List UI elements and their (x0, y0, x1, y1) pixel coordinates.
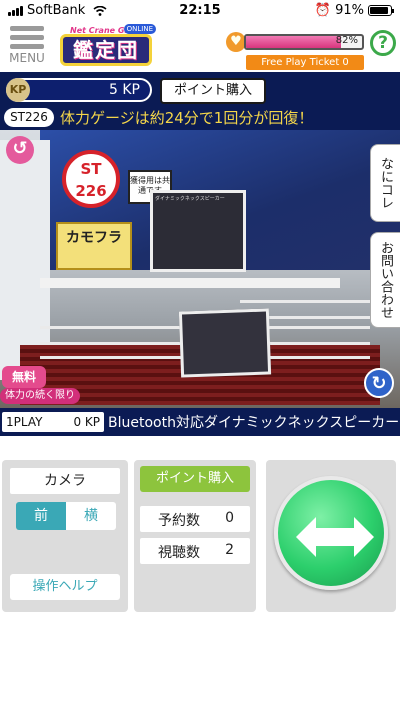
camera-side-button[interactable]: 横 (66, 502, 116, 530)
control-area: カメラ 前 横 操作ヘルプ ポイント購入 予約数 0 視聴数 2 (0, 454, 400, 614)
buy-points-button[interactable]: ポイント購入 (160, 78, 266, 104)
camera-switch: 前 横 (16, 502, 116, 530)
message-bar: ST226 体力ゲージは約24分で1回分が回復！ (0, 106, 400, 130)
play-label: 1PLAY (6, 415, 43, 429)
kp-value: 5 KP (109, 82, 140, 98)
heart-icon: ♥ (226, 32, 246, 52)
free-play-badge: 無料 体力の続く限り (0, 366, 80, 406)
station-sign: ST 226 (62, 150, 120, 208)
alarm-icon: ⏰ (314, 3, 332, 18)
viewer-count: 視聴数 2 (140, 538, 250, 564)
stamina-percent: 82% (335, 35, 358, 46)
camouflage-sign: カモフラ (56, 222, 132, 270)
whats-this-tab[interactable]: なにコレ (370, 144, 400, 222)
status-bar: SoftBank 22:15 ⏰ 91% (0, 0, 400, 22)
camera-panel: カメラ 前 横 操作ヘルプ (2, 460, 128, 612)
camera-title: カメラ (10, 468, 120, 494)
battery-percent: 91% (335, 3, 364, 18)
menu-label: MENU (9, 51, 45, 65)
reservation-count: 予約数 0 (140, 506, 250, 532)
hamburger-icon (8, 26, 46, 49)
free-sublabel: 体力の続く限り (0, 388, 80, 404)
reservation-label: 予約数 (158, 513, 200, 529)
logo-title: 鑑定団 (60, 34, 152, 66)
help-icon[interactable]: ? (370, 30, 396, 56)
item-name: Bluetooth対応ダイナミックネックスピーカー (108, 415, 400, 431)
prize-box-upper: ダイナミックネックスピーカー (150, 190, 246, 272)
logo-badge: ONLINE (123, 24, 156, 34)
back-icon[interactable]: ↺ (6, 136, 34, 164)
rail (240, 300, 390, 303)
stamina-gauge-fill (246, 36, 342, 48)
stamina-gauge: 82% (244, 34, 364, 50)
camera-view: ST226 獲得用は共通です カモフラ ダイナミックネックスピーカー ↺ ↻ な… (0, 130, 400, 408)
play-cost: 1PLAY 0 KP (2, 412, 104, 432)
viewers-value: 2 (225, 542, 234, 558)
operation-help-button[interactable]: 操作ヘルプ (10, 574, 120, 600)
camera-front-button[interactable]: 前 (16, 502, 66, 530)
left-right-arrow-icon (296, 517, 374, 557)
kp-balance: KP 5 KP (6, 78, 152, 102)
buy-points-button-secondary[interactable]: ポイント購入 (140, 466, 250, 492)
viewers-label: 視聴数 (158, 545, 200, 561)
item-info-bar: 1PLAY 0 KP Bluetooth対応ダイナミックネックスピーカー (0, 408, 400, 436)
status-panel: ポイント購入 予約数 0 視聴数 2 (134, 460, 256, 612)
app-logo[interactable]: Net Crane Game 鑑定団 ONLINE (56, 24, 156, 70)
rotate-camera-icon[interactable]: ↻ (364, 368, 394, 398)
kp-bar: KP 5 KP ポイント購入 (0, 72, 400, 106)
prize-box-lower (178, 308, 272, 378)
move-crane-button[interactable] (274, 476, 388, 590)
app-header: MENU Net Crane Game 鑑定団 ONLINE ♥ 82% Fre… (0, 22, 400, 72)
free-play-ticket[interactable]: Free Play Ticket 0 (246, 55, 364, 70)
menu-button[interactable]: MENU (8, 26, 46, 68)
kp-coin-icon: KP (6, 78, 30, 102)
play-cost-value: 0 KP (73, 415, 100, 429)
reservation-value: 0 (225, 510, 234, 526)
station-badge: ST226 (4, 108, 54, 127)
recovery-message: 体力ゲージは約24分で1回分が回復！ (60, 109, 314, 127)
contact-tab[interactable]: お問い合わせ (370, 232, 400, 328)
move-panel (266, 460, 396, 612)
battery-icon (368, 5, 394, 16)
status-right: ⏰ 91% (314, 3, 394, 18)
free-label: 無料 (2, 366, 46, 388)
prize-shelf (40, 278, 340, 288)
